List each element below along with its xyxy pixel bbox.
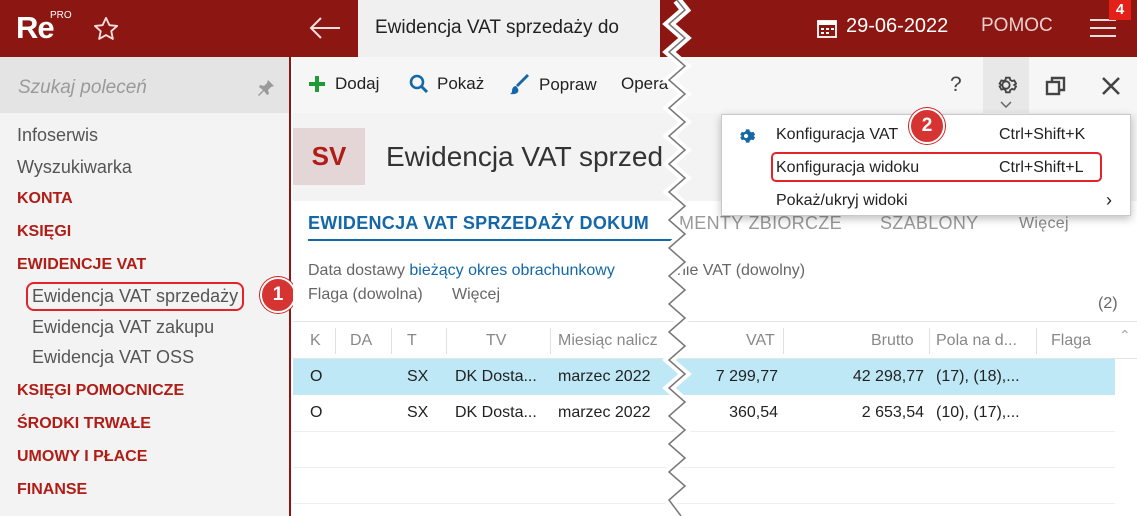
brush-icon xyxy=(510,74,529,95)
sidebar-item-infoserwis[interactable]: Infoserwis xyxy=(17,125,98,146)
tab-more[interactable]: Więcej xyxy=(1019,215,1069,233)
edit-button[interactable]: Popraw xyxy=(509,74,597,96)
sidebar-item-ewidencja-vat-zakupu[interactable]: Ewidencja VAT zakupu xyxy=(32,317,214,338)
current-date[interactable]: 29-06-2022 xyxy=(846,15,948,38)
gear-icon xyxy=(740,129,756,143)
sidebar-item-ewidencja-vat-oss[interactable]: Ewidencja VAT OSS xyxy=(32,347,194,368)
show-button[interactable]: Pokaż xyxy=(409,74,484,94)
sidebar-section-ewidencje-vat[interactable]: EWIDENCJE VAT xyxy=(17,256,146,274)
search-placeholder[interactable]: Szukaj poleceń xyxy=(18,77,147,99)
column-header-tv[interactable]: TV xyxy=(486,332,506,350)
command-search[interactable]: Szukaj poleceń xyxy=(0,57,289,113)
gear-icon xyxy=(998,76,1017,94)
help-link[interactable]: POMOC xyxy=(981,15,1053,37)
table-header: K DA T TV Miesiąc nalicz VAT Brutto Pola… xyxy=(293,321,1137,359)
cell-brutto: 42 298,77 xyxy=(852,368,924,385)
help-icon[interactable]: ? xyxy=(950,73,962,97)
menu-item-shortcut: Ctrl+Shift+K xyxy=(999,126,1086,143)
sidebar-section-srodki-trwale[interactable]: ŚRODKI TRWAŁE xyxy=(17,415,151,433)
document-title: Ewidencja VAT sprzed xyxy=(386,141,664,172)
edit-button-label: Popraw xyxy=(539,75,597,94)
cell-t: SX xyxy=(407,404,429,421)
cell-pola: (17), (18),... xyxy=(936,368,1020,385)
column-header-brutto[interactable]: Brutto xyxy=(871,332,914,350)
column-header-da[interactable]: DA xyxy=(350,332,372,350)
logo-text: Re xyxy=(16,10,55,45)
table-row[interactable]: O SX DK Dosta... marzec 2022 7 299,77 42… xyxy=(293,359,1115,395)
sidebar-section-finanse[interactable]: FINANSE xyxy=(17,481,87,499)
highlight-box xyxy=(771,152,1102,182)
step-badge-2: 2 xyxy=(909,108,945,144)
column-header-t[interactable]: T xyxy=(407,332,417,350)
chevron-down-icon xyxy=(1000,101,1012,108)
table-row[interactable]: O SX DK Dosta... marzec 2022 360,54 2 65… xyxy=(293,395,1115,431)
sidebar-item-ewidencja-vat-sprzedazy[interactable]: Ewidencja VAT sprzedaży xyxy=(25,282,245,311)
sidebar: Szukaj poleceń Infoserwis Wyszukiwarka K… xyxy=(0,57,291,516)
top-bar: Re PRO Ewidencja VAT sprzedaży do 29-06-… xyxy=(0,0,1137,57)
menu-item-label: Pokaż/ukryj widoki xyxy=(776,192,908,209)
step-badge-4: 4 xyxy=(1109,0,1131,20)
row-divider xyxy=(293,503,1115,504)
cell-tv: DK Dosta... xyxy=(455,404,537,421)
tab-ewidencja-vat-sprzedazy[interactable]: EWIDENCJA VAT SPRZEDAŻY DOKUM xyxy=(308,213,649,234)
document-code: SV xyxy=(293,128,365,185)
sidebar-item-wyszukiwarka[interactable]: Wyszukiwarka xyxy=(17,157,132,178)
column-header-month[interactable]: Miesiąc nalicz xyxy=(558,332,658,350)
filter-delivery-date-value[interactable]: bieżący okres obrachunkowy xyxy=(409,262,614,279)
restore-window-icon[interactable] xyxy=(1045,75,1067,97)
sidebar-section-umowy-i-place[interactable]: UMOWY I PŁACE xyxy=(17,448,147,466)
screenshot-tear-divider xyxy=(662,0,692,516)
active-tab-label: Ewidencja VAT sprzedaży do xyxy=(375,17,619,38)
cell-pola: (10), (17),... xyxy=(936,404,1020,421)
scroll-up-icon[interactable]: ⌃ xyxy=(1119,327,1131,344)
plus-icon xyxy=(309,76,325,92)
settings-button[interactable] xyxy=(983,57,1029,113)
add-button[interactable]: Dodaj xyxy=(307,74,379,94)
close-icon[interactable] xyxy=(1101,76,1121,96)
menu-item-label: Konfiguracja VAT xyxy=(776,126,899,143)
menu-item-pokaz-ukryj-widoki[interactable]: Pokaż/ukryj widoki › xyxy=(722,185,1130,217)
cell-month: marzec 2022 xyxy=(558,404,651,421)
show-button-label: Pokaż xyxy=(437,74,485,93)
column-header-pola[interactable]: Pola na d... xyxy=(936,332,1017,350)
menu-hamburger-icon[interactable] xyxy=(1090,19,1116,39)
cell-month: marzec 2022 xyxy=(558,368,651,385)
add-button-label: Dodaj xyxy=(335,74,380,93)
column-header-flaga[interactable]: Flaga xyxy=(1051,332,1091,350)
cell-t: SX xyxy=(407,368,429,385)
cell-tv: DK Dosta... xyxy=(455,368,537,385)
row-divider xyxy=(293,467,1115,468)
search-icon xyxy=(409,74,429,94)
step-badge-1: 1 xyxy=(260,277,296,313)
active-tab-underline xyxy=(308,239,678,241)
column-header-k[interactable]: K xyxy=(310,332,321,350)
cell-k: O xyxy=(310,404,323,421)
filter-delivery-date-label: Data dostawy xyxy=(308,262,405,279)
back-arrow-icon[interactable] xyxy=(308,15,342,41)
logo-sup: PRO xyxy=(50,10,72,21)
app-logo[interactable]: Re PRO xyxy=(14,8,72,48)
submenu-arrow-icon: › xyxy=(1106,190,1112,210)
favorite-star-icon[interactable] xyxy=(92,15,120,43)
cell-vat: 7 299,77 xyxy=(715,368,778,385)
sidebar-section-ksiegi-pomocnicze[interactable]: KSIĘGI POMOCNICZE xyxy=(17,382,184,400)
toolbar: Dodaj Pokaż Popraw Opera ? xyxy=(293,57,1137,113)
active-tab[interactable]: Ewidencja VAT sprzedaży do xyxy=(358,0,660,57)
filter-flag[interactable]: Flaga (dowolna) xyxy=(308,286,423,304)
cell-vat: 360,54 xyxy=(729,404,778,421)
record-count: (2) xyxy=(1098,295,1118,312)
column-header-vat[interactable]: VAT xyxy=(746,332,775,350)
pin-icon[interactable] xyxy=(256,78,276,98)
sidebar-section-ksiegi[interactable]: KSIĘGI xyxy=(17,223,71,241)
sidebar-section-konta[interactable]: KONTA xyxy=(17,190,73,208)
calendar-icon[interactable] xyxy=(816,17,838,39)
row-divider xyxy=(293,431,1115,432)
cell-brutto: 2 653,54 xyxy=(861,404,924,421)
filter-more-link[interactable]: Więcej xyxy=(452,286,500,304)
cell-k: O xyxy=(310,368,323,385)
filter-delivery-date[interactable]: Data dostawy bieżący okres obrachunkowy xyxy=(308,262,615,280)
